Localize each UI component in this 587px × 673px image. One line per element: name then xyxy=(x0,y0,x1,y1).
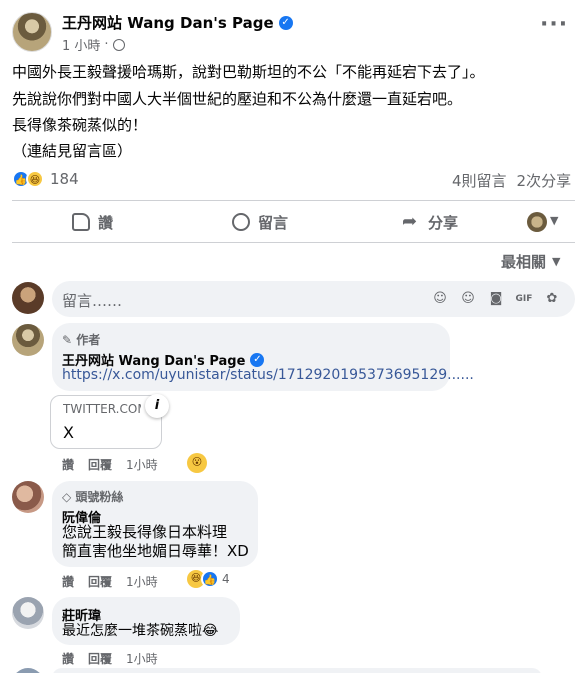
like-button[interactable]: 讚 xyxy=(72,206,113,238)
comment-meta: 讚 回覆 1小時 xyxy=(62,573,158,590)
comment-text-line: 您說王毅長得像日本料理 xyxy=(62,523,228,541)
author-badge-label: 作者 xyxy=(76,333,101,347)
top-fan-badge: ◇ 頭號粉絲 xyxy=(62,488,123,505)
author-badge: ✎ 作者 xyxy=(62,331,100,348)
verified-badge-icon: ✓ xyxy=(278,15,293,30)
post-text-line: 中國外長王毅聲援哈瑪斯，說對巴勒斯坦的不公「不能再延宕下去了」。 xyxy=(12,63,485,81)
sort-label: 最相關 xyxy=(501,253,547,271)
post-text-line: （連結見留言區） xyxy=(12,142,133,160)
comment-reply-button[interactable]: 回覆 xyxy=(88,573,112,590)
page-avatar[interactable] xyxy=(12,12,52,52)
info-icon[interactable]: i xyxy=(145,394,169,418)
pencil-icon: ✎ xyxy=(62,333,73,347)
share-button[interactable]: ➦ 分享 xyxy=(402,206,458,238)
commenter-avatar[interactable] xyxy=(12,481,44,513)
share-arrow-icon: ➦ xyxy=(402,211,418,232)
comment-placeholder: 留言…… xyxy=(62,292,123,310)
comment-bubble xyxy=(52,668,542,673)
comment-text-line: 最近怎麼一堆茶碗蒸啦😂 xyxy=(62,623,219,639)
comment-button[interactable]: 留言 xyxy=(232,206,288,238)
comment-reaction-count: 4 xyxy=(222,572,230,586)
comment-like-button[interactable]: 讚 xyxy=(62,456,74,473)
commenter-avatar[interactable] xyxy=(12,668,44,673)
comment-link[interactable]: https://x.com/uyunistar/status/171292019… xyxy=(62,367,474,383)
comment-reply-button[interactable]: 回覆 xyxy=(88,456,112,473)
top-fan-badge-label: 頭號粉絲 xyxy=(75,490,124,504)
comment-meta: 讚 回覆 1小時 xyxy=(62,456,158,473)
comment-like-button[interactable]: 讚 xyxy=(62,573,74,590)
link-preview-domain: TWITTER.COM xyxy=(63,402,141,416)
post-time[interactable]: 1 小時 xyxy=(62,35,100,54)
post-text-line: 長得像茶碗蒸似的！ xyxy=(12,116,148,134)
post-text-line: 先說說你們對中國人大半個世紀的壓迫和不公為什麼還一直延宕吧。 xyxy=(12,90,463,108)
avatar-sticker-icon[interactable]: ☺ xyxy=(431,290,449,308)
commenter-avatar[interactable] xyxy=(12,324,44,356)
globe-icon xyxy=(112,38,125,51)
comment-count[interactable]: 4則留言 xyxy=(452,170,507,191)
share-count[interactable]: 2次分享 xyxy=(517,170,572,191)
more-options-icon[interactable]: ··· xyxy=(540,14,568,36)
caret-down-icon[interactable]: ▼ xyxy=(550,214,558,227)
like-reaction-icon: 👍 xyxy=(201,570,219,588)
comment-time[interactable]: 1小時 xyxy=(126,456,158,473)
share-label: 分享 xyxy=(428,213,459,232)
post-meta: 1 小時 · xyxy=(62,35,125,54)
current-user-avatar[interactable] xyxy=(12,282,44,314)
comment-meta: 讚 回覆 1小時 xyxy=(62,650,158,667)
comment-label: 留言 xyxy=(258,213,289,232)
engagement-counts: 4則留言 2次分享 xyxy=(452,170,571,191)
comment-time[interactable]: 1小時 xyxy=(126,650,158,667)
gif-icon[interactable]: GIF xyxy=(515,290,533,308)
link-preview-title: X xyxy=(63,423,74,442)
comment-text-line: 簡直害他坐地媚日辱華！XD xyxy=(62,542,249,560)
sticker-icon[interactable]: ✿ xyxy=(543,290,561,308)
reaction-count[interactable]: 184 xyxy=(50,170,79,188)
divider xyxy=(12,242,575,243)
comment-time[interactable]: 1小時 xyxy=(126,573,158,590)
like-label: 讚 xyxy=(98,213,114,232)
commenter-avatar[interactable] xyxy=(12,597,44,629)
actor-avatar[interactable] xyxy=(527,212,547,232)
camera-icon[interactable]: ◙ xyxy=(487,290,505,308)
comment-sort-dropdown[interactable]: 最相關 ▼ xyxy=(501,251,560,272)
diamond-icon: ◇ xyxy=(62,490,72,504)
reaction-summary[interactable]: 👍 😆 184 xyxy=(12,170,79,188)
comment-reply-button[interactable]: 回覆 xyxy=(88,650,112,667)
divider xyxy=(12,200,575,201)
haha-reaction-icon: 😆 xyxy=(26,170,44,188)
caret-down-icon: ▼ xyxy=(552,255,561,268)
post-author[interactable]: 王丹网站 Wang Dan's Page ✓ xyxy=(62,12,293,33)
comment-icon xyxy=(232,213,250,231)
comment-reactions[interactable]: 😆 👍 4 xyxy=(187,570,230,588)
comment-like-button[interactable]: 讚 xyxy=(62,650,74,667)
thumbs-up-icon xyxy=(72,213,90,231)
wow-reaction-icon[interactable]: 😮 xyxy=(187,453,207,473)
emoji-icon[interactable]: ☺ xyxy=(459,290,477,308)
post-author-name[interactable]: 王丹网站 Wang Dan's Page xyxy=(62,12,274,33)
verified-badge-icon: ✓ xyxy=(250,352,265,367)
